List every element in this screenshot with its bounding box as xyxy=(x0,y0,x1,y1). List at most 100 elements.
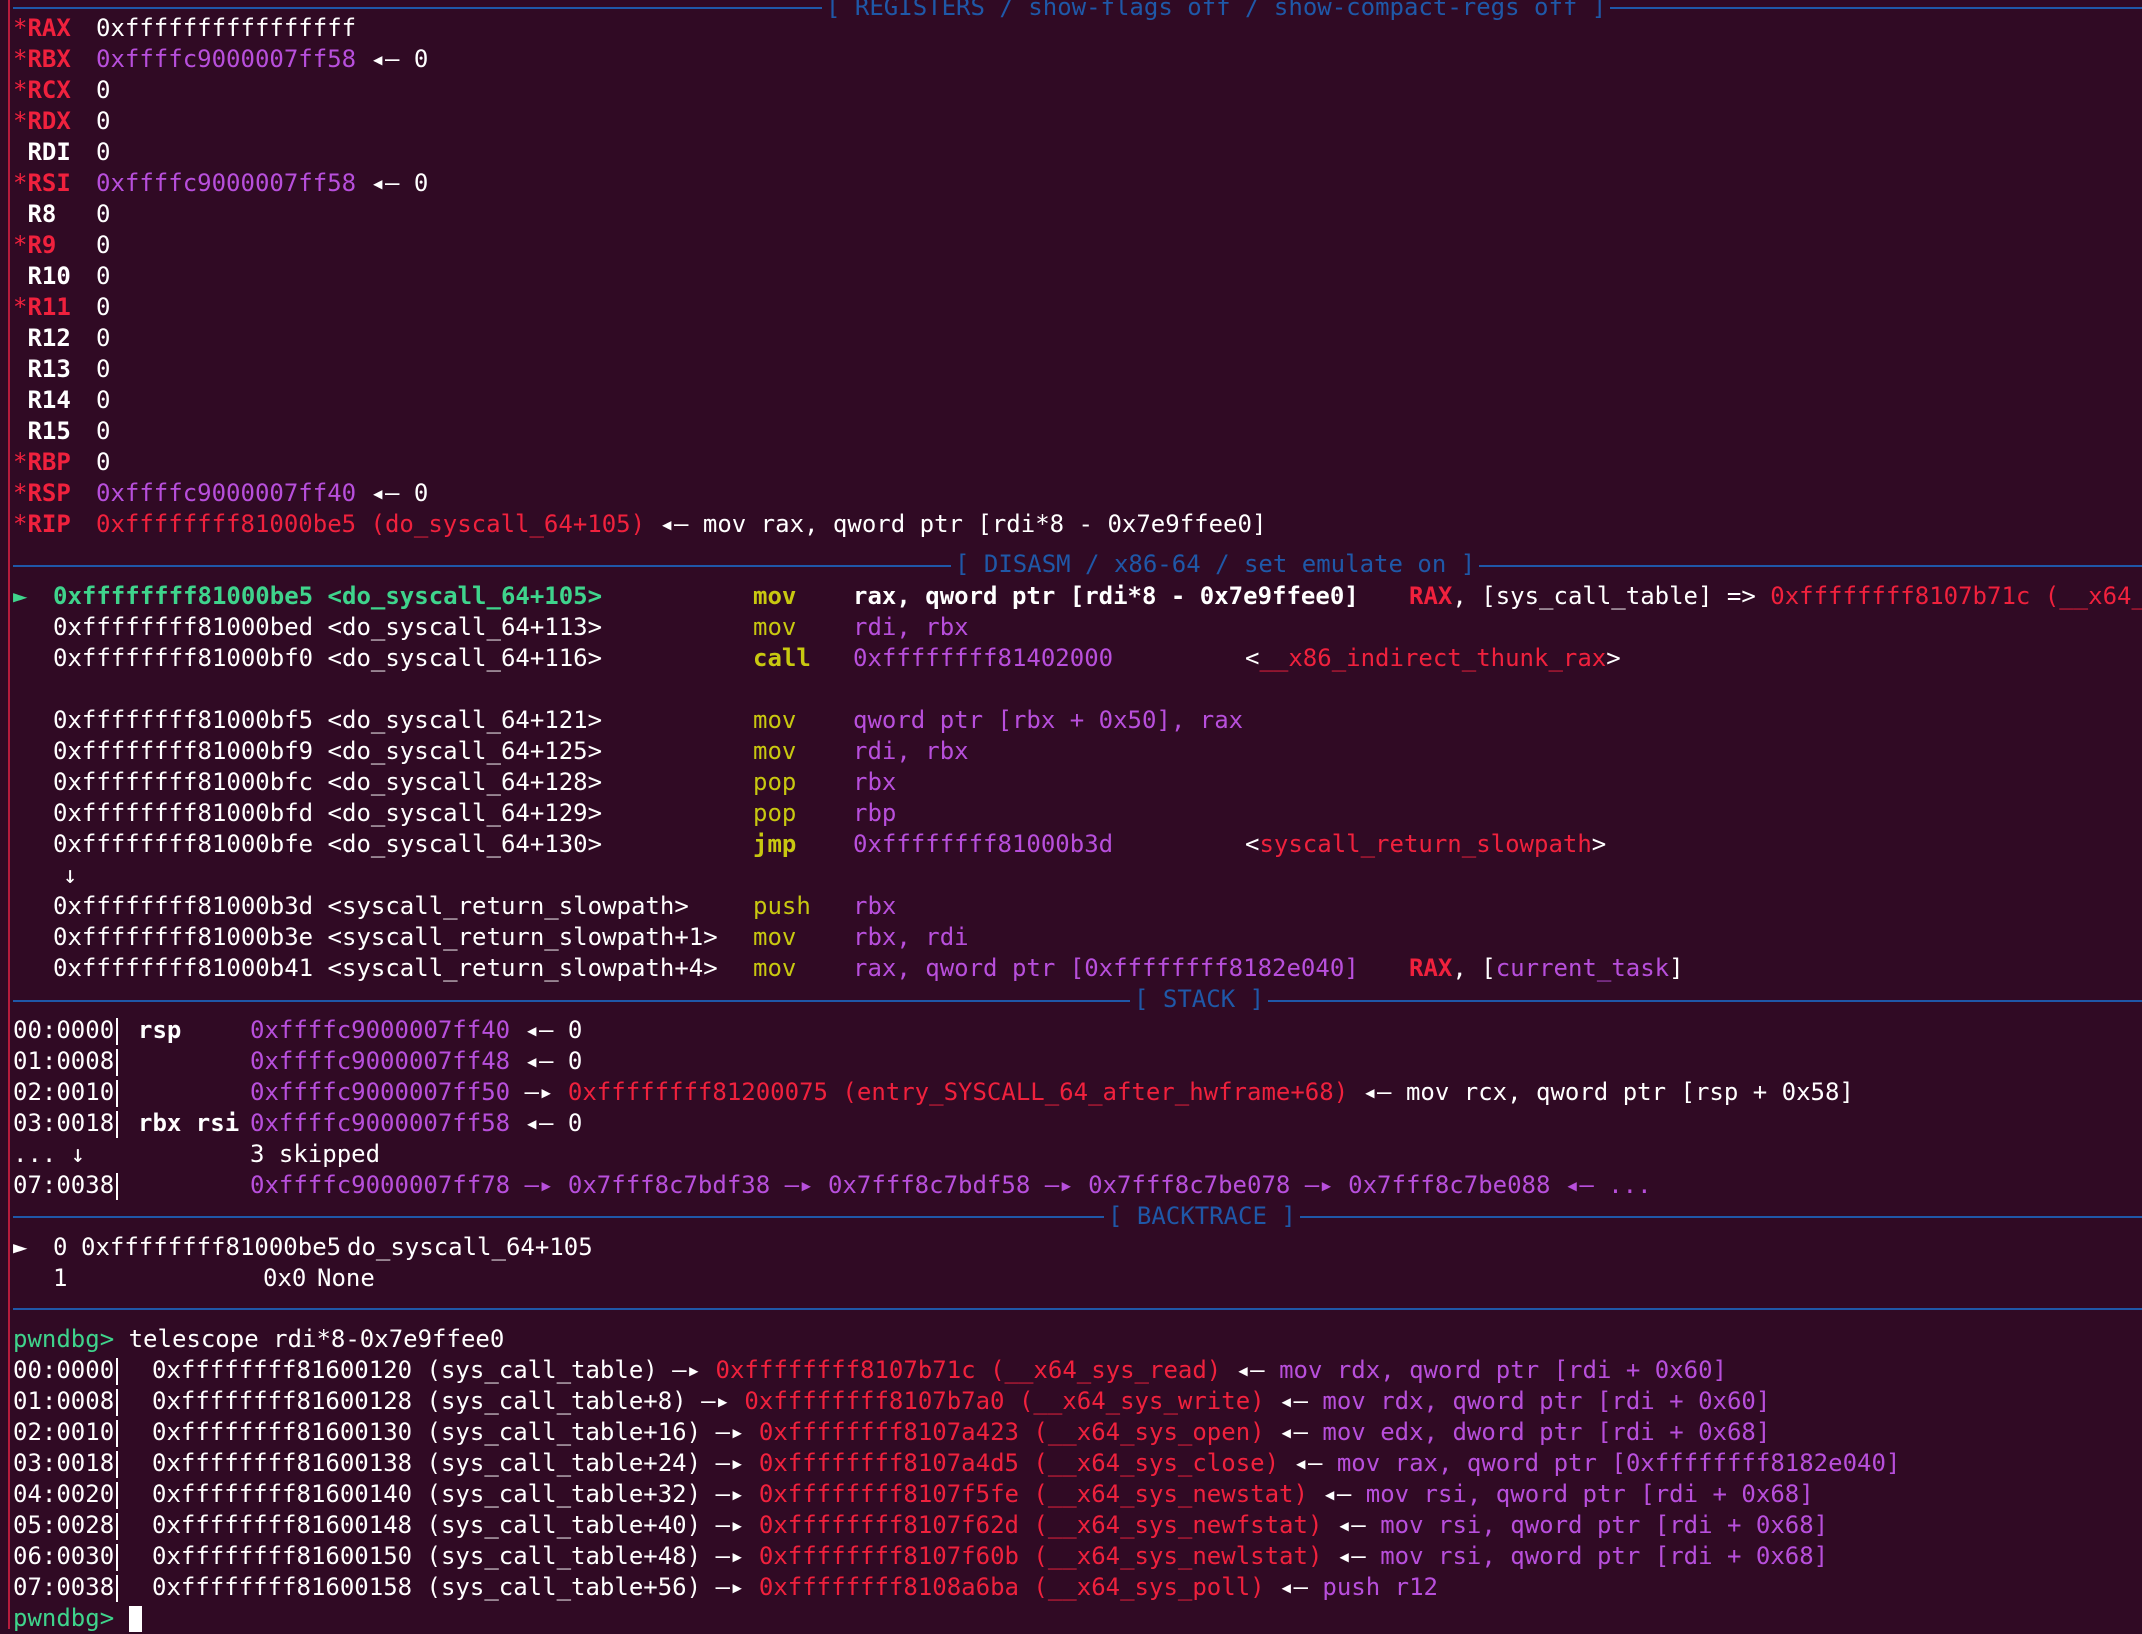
register-row: RDI 0 xyxy=(13,137,110,168)
note-register: RAX xyxy=(1409,582,1453,610)
register-name: R13 xyxy=(27,355,71,383)
telescope-offset: 04:0020 xyxy=(13,1480,115,1508)
telescope-offset: 00:0000 xyxy=(13,1356,115,1384)
stack-register: rbx rsi xyxy=(138,1109,240,1137)
register-value: 0 xyxy=(96,262,111,290)
command-text: telescope rdi*8-0x7e9ffee0 xyxy=(128,1325,505,1353)
register-mark: * xyxy=(13,231,28,259)
frame-symbol: None xyxy=(317,1264,375,1292)
register-row: R10 0 xyxy=(13,261,110,292)
mnemonic: mov xyxy=(753,706,797,734)
stack-address: 0xffffc9000007ff40 ◂— 0 xyxy=(250,1016,583,1044)
telescope-divider xyxy=(116,1450,119,1478)
register-row: *RDX 0 xyxy=(13,106,110,137)
instruction-address: 0xffffffff81000bfe <do_syscall_64+130> xyxy=(53,829,602,860)
stack-address: 0xffffc9000007ff78 —▸ 0x7fff8c7bdf38 —▸ … xyxy=(250,1171,1652,1199)
register-value: 0xffffffffffffffff xyxy=(96,14,357,42)
stack-offset: ... ↓ xyxy=(13,1140,86,1168)
address: 0xffffffff81000b41 xyxy=(53,954,314,982)
backtrace-row: 1 0x0 None xyxy=(13,1263,375,1294)
register-row: R12 0 xyxy=(13,323,110,354)
address: 0xffffffff81000bf9 xyxy=(53,737,314,765)
disasm-row: ► 0xffffffff81000be5 <do_syscall_64+105> m… xyxy=(13,581,2142,612)
instruction-address: 0xffffffff81000b41 <syscall_return_slowp… xyxy=(53,953,718,984)
telescope-instruction: mov rdx, qword ptr [rdi + 0x60] xyxy=(1322,1387,1771,1415)
telescope-row: 06:0030 0xffffffff81600150 (sys_call_tabl… xyxy=(13,1541,1828,1572)
register-row: *RBX 0xffffc9000007ff58 ◂— 0 xyxy=(13,44,428,75)
register-value: 0 xyxy=(96,138,111,166)
symbol: <do_syscall_64+129> xyxy=(327,799,603,827)
mnemonic: mov xyxy=(753,737,797,765)
end-context-separator xyxy=(13,1308,2142,1310)
deref-arrow: ◂— xyxy=(1264,1418,1323,1446)
mnemonic: pop xyxy=(753,768,797,796)
telescope-offset: 02:0010 xyxy=(13,1418,115,1446)
stack-divider xyxy=(116,1079,119,1107)
register-value: 0 xyxy=(96,200,111,228)
register-name: R8 xyxy=(27,200,57,228)
text-cursor xyxy=(128,1606,142,1632)
frame-address: 0x0 xyxy=(263,1264,307,1292)
stack-address: 0xffffc9000007ff48 ◂— 0 xyxy=(250,1047,583,1075)
deref-arrow: ◂— xyxy=(1307,1480,1366,1508)
telescope-divider xyxy=(116,1574,119,1602)
telescope-target: 0xffffffff8107a4d5 (__x64_sys_close) xyxy=(758,1449,1280,1477)
note-value: 0xffffffff8107b71c (__x64_s xyxy=(1770,582,2142,610)
pointer-arrow: —▸ xyxy=(686,1387,745,1415)
register-row: R15 0 xyxy=(13,416,110,447)
stack-register: rsp xyxy=(138,1016,182,1044)
telescope-instruction: mov rax, qword ptr [0xffffffff8182e040] xyxy=(1336,1449,1901,1477)
telescope-instruction: mov rdx, qword ptr [rdi + 0x60] xyxy=(1279,1356,1727,1384)
terminal-window[interactable]: [ REGISTERS / show-flags off / show-comp… xyxy=(0,0,2142,1632)
mnemonic: jmp xyxy=(753,830,797,858)
frame-index: 1 xyxy=(53,1264,68,1292)
telescope-target: 0xffffffff8107f62d (__x64_sys_newfstat) xyxy=(758,1511,1323,1539)
note-close: ] xyxy=(1669,954,1684,982)
register-name: RBP xyxy=(27,448,71,476)
symbol: <do_syscall_64+121> xyxy=(327,706,603,734)
register-row: *RSP 0xffffc9000007ff40 ◂— 0 xyxy=(13,478,428,509)
telescope-address: 0xffffffff81600128 (sys_call_table+8) —▸… xyxy=(152,1387,1771,1415)
operands: rbp xyxy=(853,799,897,827)
register-row: *RSI 0xffffc9000007ff58 ◂— 0 xyxy=(13,168,428,199)
register-mark xyxy=(13,417,27,445)
address: 0xffffffff81000bfc xyxy=(53,768,314,796)
register-mark: * xyxy=(13,76,28,104)
register-value: 0 xyxy=(96,107,111,135)
instruction-address: 0xffffffff81000b3d <syscall_return_slowp… xyxy=(53,891,689,922)
stack-offset: 02:0010 xyxy=(13,1078,115,1106)
register-name: R9 xyxy=(27,231,57,259)
telescope-row: 04:0020 0xffffffff81600140 (sys_call_tabl… xyxy=(13,1479,1814,1510)
telescope-row: 01:0008 0xffffffff81600128 (sys_call_tabl… xyxy=(13,1386,1770,1417)
stack-row: ... ↓ 3 skipped xyxy=(13,1139,380,1170)
register-value: 0 xyxy=(96,386,111,414)
register-mark xyxy=(13,262,27,290)
register-mark: * xyxy=(13,169,28,197)
telescope-offset: 03:0018 xyxy=(13,1449,115,1477)
symbol: <do_syscall_64+105> xyxy=(327,582,603,610)
symbol: <do_syscall_64+130> xyxy=(327,830,603,858)
address: 0xffffffff81000bed xyxy=(53,613,314,641)
register-row: *RAX 0xffffffffffffffff xyxy=(13,13,356,44)
deref-arrow: ◂— xyxy=(1221,1356,1280,1384)
stack-address: 0xffffc9000007ff58 ◂— 0 xyxy=(250,1109,583,1137)
telescope-address: 0xffffffff81600130 (sys_call_table+16) —… xyxy=(152,1418,1771,1446)
register-row: *RBP 0 xyxy=(13,447,110,478)
register-value: 0 xyxy=(96,417,111,445)
stack-row: 00:0000 rsp 0xffffc9000007ff40 ◂— 0 xyxy=(13,1015,582,1046)
symbol: <do_syscall_64+125> xyxy=(327,737,603,765)
telescope-divider xyxy=(116,1512,119,1540)
mnemonic: mov xyxy=(753,613,797,641)
pointer-arrow: —▸ xyxy=(701,1480,759,1508)
input-line[interactable]: pwndbg> xyxy=(13,1603,142,1634)
register-value: 0xffffc9000007ff40 ◂— 0 xyxy=(96,479,429,507)
register-mark: * xyxy=(13,510,28,538)
telescope-instruction: mov rsi, qword ptr [rdi + 0x68] xyxy=(1380,1511,1829,1539)
branch-target: <__x86_indirect_thunk_rax> xyxy=(1245,644,1621,672)
stack-offset: 03:0018 xyxy=(13,1109,115,1137)
register-row: R14 0 xyxy=(13,385,110,416)
register-mark xyxy=(13,386,27,414)
operands: 0xffffffff81402000 xyxy=(853,644,1114,672)
operands: rdi, rbx xyxy=(853,613,969,641)
register-name: R12 xyxy=(27,324,71,352)
